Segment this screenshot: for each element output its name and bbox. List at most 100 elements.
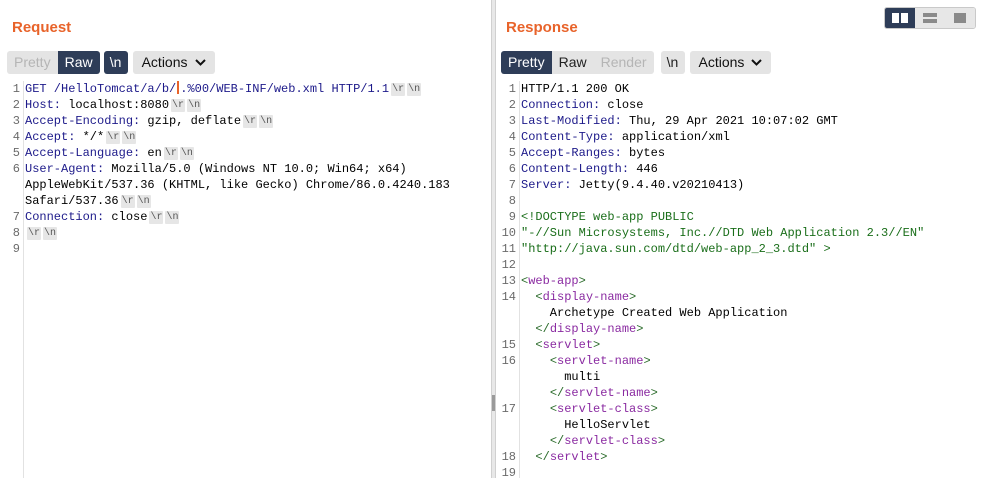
code-line: HelloServlet xyxy=(496,417,988,433)
code-line: 7 Server: Jetty(9.4.40.v20210413) xyxy=(496,177,988,193)
line-text: multi xyxy=(521,369,600,385)
code-token: Content-Length: xyxy=(521,162,637,176)
escape-marker: \n xyxy=(122,131,137,144)
code-token: HelloServlet xyxy=(521,418,651,432)
code-line: 3 Last-Modified: Thu, 29 Apr 2021 10:07:0… xyxy=(496,113,988,129)
line-number: 11 xyxy=(501,242,516,256)
code-token: Thu, 29 Apr 2021 10:07:02 GMT xyxy=(629,114,838,128)
code-token: > xyxy=(593,338,601,352)
line-text: Connection: close xyxy=(521,97,643,113)
line-text: </servlet> xyxy=(521,449,607,465)
code-line: 15 <servlet> xyxy=(496,337,988,353)
code-token: > xyxy=(657,434,666,448)
code-line: multi xyxy=(496,369,988,385)
line-number: 5 xyxy=(12,146,20,160)
code-line: 8 \r \n xyxy=(0,225,491,241)
code-line: 11 "http://java.sun.com/dtd/web-app_2_3.d… xyxy=(496,241,988,257)
code-token: > xyxy=(650,386,658,400)
side-by-side-layout-icon[interactable] xyxy=(885,8,915,28)
stacked-layout-icon[interactable] xyxy=(915,8,945,28)
code-token: web-app xyxy=(528,274,579,288)
code-line: AppleWebKit/537.36 (KHTML, like Gecko) C… xyxy=(0,177,491,193)
escape-marker: \r xyxy=(243,115,258,128)
response-actions-button[interactable]: Actions xyxy=(689,51,772,74)
line-text: Last-Modified: Thu, 29 Apr 2021 10:07:02… xyxy=(521,113,838,129)
escape-marker: \r xyxy=(120,195,135,208)
code-line: 14 <display-name> xyxy=(496,289,988,305)
code-line: </servlet-class> xyxy=(496,433,988,449)
code-token: > xyxy=(650,402,658,416)
request-show-newlines-button[interactable]: \n xyxy=(103,51,128,74)
code-token: < xyxy=(535,290,543,304)
response-view-tabs: Pretty Raw Render xyxy=(501,51,654,74)
line-text: Server: Jetty(9.4.40.v20210413) xyxy=(521,177,744,193)
response-tab-pretty[interactable]: Pretty xyxy=(501,51,552,74)
code-line: 3 Accept-Encoding: gzip, deflate \r \n xyxy=(0,113,491,129)
code-line: Safari/537.36 \r \n xyxy=(0,193,491,209)
code-token: application/xml xyxy=(621,130,730,144)
single-pane-layout-icon[interactable] xyxy=(945,8,975,28)
code-token: > xyxy=(629,290,637,304)
response-tab-raw[interactable]: Raw xyxy=(551,51,594,74)
line-number: 6 xyxy=(508,162,516,176)
code-line: 8 xyxy=(496,193,988,209)
code-line: </servlet-name> xyxy=(496,385,988,401)
code-line: 17 <servlet-class> xyxy=(496,401,988,417)
code-line: 16 <servlet-name> xyxy=(496,353,988,369)
request-actions-button[interactable]: Actions xyxy=(132,51,215,74)
escape-marker: \r xyxy=(106,131,121,144)
line-text: <!DOCTYPE web-app PUBLIC xyxy=(521,209,694,225)
line-text: GET /HelloTomcat/a/b/.%00/WEB-INF/web.xm… xyxy=(25,81,422,97)
escape-marker: \n xyxy=(259,115,274,128)
line-number: 1 xyxy=(12,82,20,96)
line-text: Archetype Created Web Application xyxy=(521,305,788,321)
request-tab-raw[interactable]: Raw xyxy=(57,51,100,74)
line-text: Accept-Encoding: gzip, deflate \r \n xyxy=(25,113,274,129)
escape-marker: \n xyxy=(136,195,151,208)
response-title: Response xyxy=(506,19,578,36)
code-token: servlet xyxy=(542,338,594,352)
code-line: 6 Content-Length: 446 xyxy=(496,161,988,177)
line-text: "-//Sun Microsystems, Inc.//DTD Web Appl… xyxy=(521,225,924,241)
line-text: Connection: close \r \n xyxy=(25,209,180,225)
line-text: Accept-Language: en \r \n xyxy=(25,145,194,161)
line-number: 14 xyxy=(501,290,516,304)
splitter-grip-icon[interactable] xyxy=(492,395,495,411)
response-show-newlines-button[interactable]: \n xyxy=(660,51,685,74)
code-token: User-Agent: xyxy=(25,162,112,176)
line-text: Content-Length: 446 xyxy=(521,161,658,177)
code-token: display-name xyxy=(542,290,630,304)
request-tab-pretty[interactable]: Pretty xyxy=(7,51,58,74)
escape-marker: \n xyxy=(179,147,194,160)
code-token: servlet-name xyxy=(557,354,644,368)
code-token: Content-Type: xyxy=(521,130,622,144)
response-editor[interactable]: 1 HTTP/1.1 200 OK 2 Connection: close 3 Last-… xyxy=(496,81,988,478)
response-actions-label: Actions xyxy=(698,54,745,70)
line-number: 18 xyxy=(501,450,516,464)
line-text: Accept-Ranges: bytes xyxy=(521,145,665,161)
line-text: Content-Type: application/xml xyxy=(521,129,730,145)
code-token: < xyxy=(535,338,543,352)
text-cursor xyxy=(177,81,180,94)
code-token: > xyxy=(643,354,651,368)
line-text: <servlet> xyxy=(521,337,600,353)
line-number: 2 xyxy=(12,98,20,112)
code-token: .%00/WEB-INF/web.xml HTTP/1.1 xyxy=(180,82,390,96)
code-line: 10 "-//Sun Microsystems, Inc.//DTD Web Ap… xyxy=(496,225,988,241)
request-title: Request xyxy=(12,19,72,36)
code-token: Archetype Created Web Application xyxy=(521,306,788,320)
line-number: 19 xyxy=(501,466,516,478)
code-token: </ xyxy=(549,386,565,400)
code-token: Jetty(9.4.40.v20210413) xyxy=(578,178,745,192)
response-tab-render[interactable]: Render xyxy=(593,51,654,74)
line-text: Accept: */* \r \n xyxy=(25,129,137,145)
line-number: 8 xyxy=(12,226,20,240)
request-editor[interactable]: 1 GET /HelloTomcat/a/b/.%00/WEB-INF/web.x… xyxy=(0,81,491,478)
code-token: Mozilla/5.0 (Windows NT 10.0; Win64; x64… xyxy=(111,162,407,176)
line-number: 2 xyxy=(508,98,516,112)
code-token: Server: xyxy=(521,178,579,192)
